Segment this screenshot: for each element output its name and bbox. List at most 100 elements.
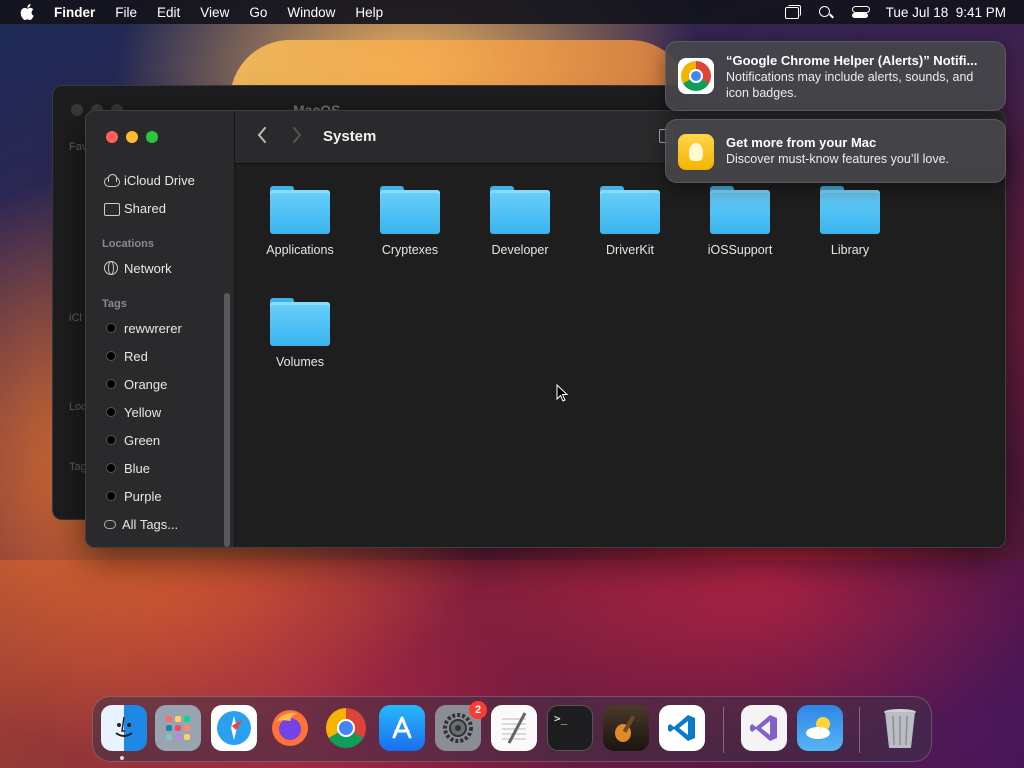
- tag-dot-icon: [106, 491, 116, 501]
- dock-separator: [859, 707, 860, 753]
- sidebar-tag-item[interactable]: rewwrerer: [104, 317, 182, 339]
- menu-go[interactable]: Go: [239, 5, 277, 20]
- sidebar-item-network[interactable]: Network: [104, 257, 172, 279]
- folder-label: Cryptexes: [381, 243, 439, 257]
- sidebar-item-shared[interactable]: Shared: [104, 197, 166, 219]
- zoom-button[interactable]: [146, 131, 158, 143]
- menu-edit[interactable]: Edit: [147, 5, 190, 20]
- tag-dot-icon: [106, 463, 116, 473]
- folder-grid: Applications Cryptexes Developer DriverK…: [235, 164, 1005, 547]
- safari-icon[interactable]: [211, 705, 257, 751]
- notification-body: Discover must-know features you’ll love.: [726, 152, 949, 166]
- folder-item[interactable]: iOSSupport: [685, 184, 795, 257]
- folder-label: Applications: [266, 243, 334, 257]
- menu-view[interactable]: View: [190, 5, 239, 20]
- folder-label: Volumes: [276, 355, 324, 369]
- sidebar-item-label: Shared: [124, 200, 166, 216]
- close-button[interactable]: [106, 131, 118, 143]
- finder-icon[interactable]: [101, 705, 147, 751]
- folder-label: Developer: [491, 243, 549, 257]
- sidebar-tag-item[interactable]: Orange: [104, 373, 167, 395]
- folder-item[interactable]: Developer: [465, 184, 575, 257]
- mouse-cursor-icon: [556, 384, 568, 402]
- tag-dot-icon: [106, 323, 116, 333]
- folder-icon: [380, 184, 440, 234]
- menu-file[interactable]: File: [105, 5, 147, 20]
- chrome-icon[interactable]: [323, 705, 369, 751]
- back-button[interactable]: [257, 127, 267, 147]
- menu-help[interactable]: Help: [345, 5, 393, 20]
- forward-button[interactable]: [292, 127, 302, 147]
- finder-sidebar: iCloud Drive Shared Locations Network Ta…: [86, 111, 235, 547]
- sidebar-item-label: iCloud Drive: [124, 172, 195, 188]
- sidebar-tag-item[interactable]: Green: [104, 429, 160, 451]
- folder-icon: [710, 184, 770, 234]
- notification-title: “Google Chrome Helper (Alerts)” Notifi..…: [726, 53, 978, 68]
- minimize-button[interactable]: [126, 131, 138, 143]
- menu-app-name[interactable]: Finder: [54, 5, 105, 20]
- sidebar-section-locations: Locations: [102, 238, 154, 250]
- sidebar-item-label: Yellow: [124, 404, 162, 420]
- spotlight-search-icon[interactable]: [818, 5, 834, 19]
- folder-item[interactable]: DriverKit: [575, 184, 685, 257]
- sidebar-item-label: Network: [124, 260, 172, 276]
- folder-label: iOSSupport: [707, 243, 773, 257]
- trash-icon[interactable]: [877, 705, 923, 751]
- notification-title: Get more from your Mac: [726, 135, 877, 150]
- running-indicator: [120, 756, 124, 760]
- menu-window[interactable]: Window: [277, 5, 345, 20]
- sidebar-item-all-tags[interactable]: All Tags...: [104, 513, 178, 535]
- screen-mirroring-icon[interactable]: [784, 5, 801, 19]
- sidebar-item-label: Orange: [124, 376, 168, 392]
- sidebar-tag-item[interactable]: Yellow: [104, 401, 161, 423]
- lightbulb-icon: [678, 134, 714, 170]
- garageband-icon[interactable]: [603, 705, 649, 751]
- folder-icon: [270, 184, 330, 234]
- folder-item[interactable]: Cryptexes: [355, 184, 465, 257]
- folder-icon: [490, 184, 550, 234]
- vscode-icon[interactable]: [659, 705, 705, 751]
- menu-clock[interactable]: Tue Jul 18 9:41 PM: [886, 5, 1006, 20]
- all-tags-icon: [104, 519, 116, 529]
- dock-separator: [723, 707, 724, 753]
- folder-item[interactable]: Applications: [245, 184, 355, 257]
- sidebar-item-label: Red: [124, 348, 148, 364]
- sidebar-item-icloud-drive[interactable]: iCloud Drive: [104, 169, 195, 191]
- notification-body: Notifications may include alerts, sounds…: [726, 70, 974, 100]
- shared-folder-icon: [104, 201, 120, 216]
- dock: 2 >_: [92, 696, 932, 762]
- app-store-icon[interactable]: [379, 705, 425, 751]
- control-center-icon[interactable]: [851, 5, 870, 19]
- sidebar-item-label: Green: [124, 432, 161, 448]
- sidebar-tag-item[interactable]: Purple: [104, 485, 162, 507]
- sidebar-item-label: All Tags...: [122, 516, 179, 532]
- sidebar-section-tags: Tags: [102, 298, 127, 310]
- textedit-icon[interactable]: [491, 705, 537, 751]
- folder-icon: [600, 184, 660, 234]
- tag-dot-icon: [106, 351, 116, 361]
- sidebar-tag-item[interactable]: Blue: [104, 457, 150, 479]
- sidebar-tag-item[interactable]: Red: [104, 345, 148, 367]
- sidebar-scrollbar[interactable]: [224, 293, 230, 547]
- settings-gear-icon[interactable]: 2: [435, 701, 487, 751]
- sidebar-item-label: Purple: [124, 488, 162, 504]
- notification-badge: 2: [469, 701, 487, 719]
- terminal-icon[interactable]: >_: [547, 705, 593, 751]
- firefox-icon[interactable]: [267, 705, 313, 751]
- weather-icon[interactable]: [797, 705, 843, 751]
- cloud-icon: [104, 173, 120, 187]
- apple-icon[interactable]: [0, 4, 54, 20]
- notification-tips[interactable]: Get more from your Mac Discover must-kno…: [665, 119, 1006, 183]
- visual-studio-icon[interactable]: [741, 705, 787, 751]
- notification-chrome[interactable]: “Google Chrome Helper (Alerts)” Notifi..…: [665, 41, 1006, 111]
- chrome-icon: [678, 58, 714, 94]
- tag-dot-icon: [106, 379, 116, 389]
- window-title: System: [323, 128, 377, 145]
- folder-item[interactable]: Library: [795, 184, 905, 257]
- folder-icon: [270, 296, 330, 346]
- tag-dot-icon: [106, 435, 116, 445]
- launchpad-icon[interactable]: [155, 705, 201, 751]
- folder-item[interactable]: Volumes: [245, 296, 355, 369]
- folder-label: DriverKit: [606, 243, 654, 257]
- globe-icon: [104, 261, 118, 275]
